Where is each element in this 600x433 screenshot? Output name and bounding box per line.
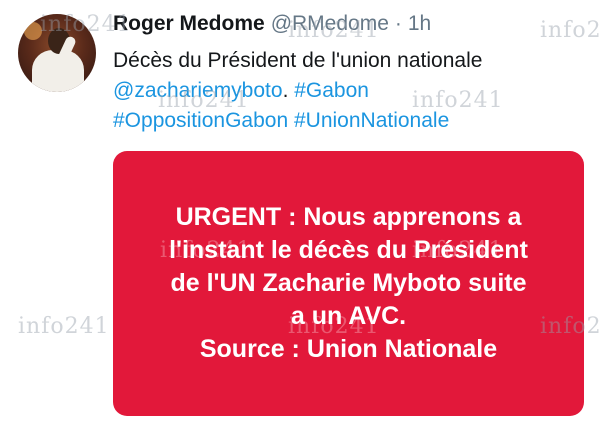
author-handle[interactable]: @RMedome <box>271 12 389 36</box>
mention-link[interactable]: @zachariemyboto <box>113 79 283 102</box>
media-text-line: Source : Union Nationale <box>199 335 498 363</box>
tweet-media-image[interactable]: URGENT : Nous apprenons a l'instant le d… <box>113 151 584 416</box>
media-text-line: de l'UN Zacharie Myboto suite <box>170 269 527 297</box>
tweet: Roger Medome @RMedome · 1h Décès du Prés… <box>0 0 600 433</box>
watermark: info241 <box>18 314 110 339</box>
media-text-line: URGENT : Nous apprenons a <box>175 203 522 231</box>
media-text-line: a un AVC. <box>290 302 407 330</box>
tweet-text-line: @zachariemyboto. #Gabon <box>113 76 583 106</box>
author-display-name[interactable]: Roger Medome <box>113 12 265 36</box>
tweet-timestamp[interactable]: 1h <box>408 12 431 36</box>
tweet-text: Décès du Président de l'union nationale … <box>113 46 583 136</box>
tweet-header: Roger Medome @RMedome · 1h <box>113 12 431 42</box>
tweet-text-period: . <box>282 79 295 102</box>
avatar[interactable] <box>18 14 96 92</box>
watermark: info241 <box>540 18 600 43</box>
tweet-text-line: #OppositionGabon #UnionNationale <box>113 106 583 136</box>
tweet-text-line: Décès du Président de l'union nationale <box>113 49 483 72</box>
hashtag-oppositiongabon-link[interactable]: #OppositionGabon <box>113 109 288 132</box>
avatar-light <box>24 22 42 40</box>
hashtag-unionnationale-link[interactable]: #UnionNationale <box>294 109 449 132</box>
header-separator: · <box>394 12 402 35</box>
hashtag-gabon-link[interactable]: #Gabon <box>294 79 369 102</box>
media-text-line: l'instant le décès du Président <box>169 236 528 264</box>
